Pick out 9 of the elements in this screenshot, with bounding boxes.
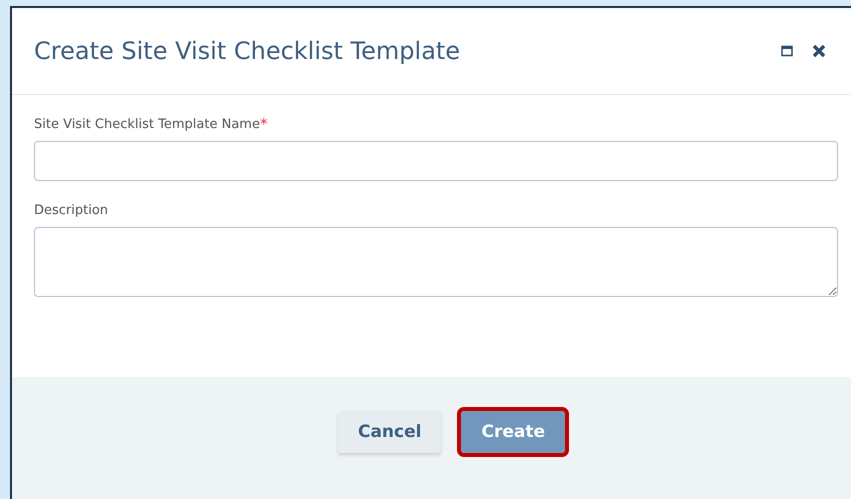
cancel-button[interactable]: Cancel — [338, 411, 442, 453]
close-icon[interactable] — [811, 43, 827, 59]
field-label: Site Visit Checklist Template Name — [34, 117, 260, 132]
maximize-icon[interactable] — [781, 45, 793, 57]
field-label: Description — [34, 203, 108, 218]
dialog-title: Create Site Visit Checklist Template — [34, 37, 460, 65]
create-button[interactable]: Create — [461, 411, 565, 453]
required-mark: * — [260, 117, 268, 132]
input-field[interactable] — [34, 141, 838, 181]
